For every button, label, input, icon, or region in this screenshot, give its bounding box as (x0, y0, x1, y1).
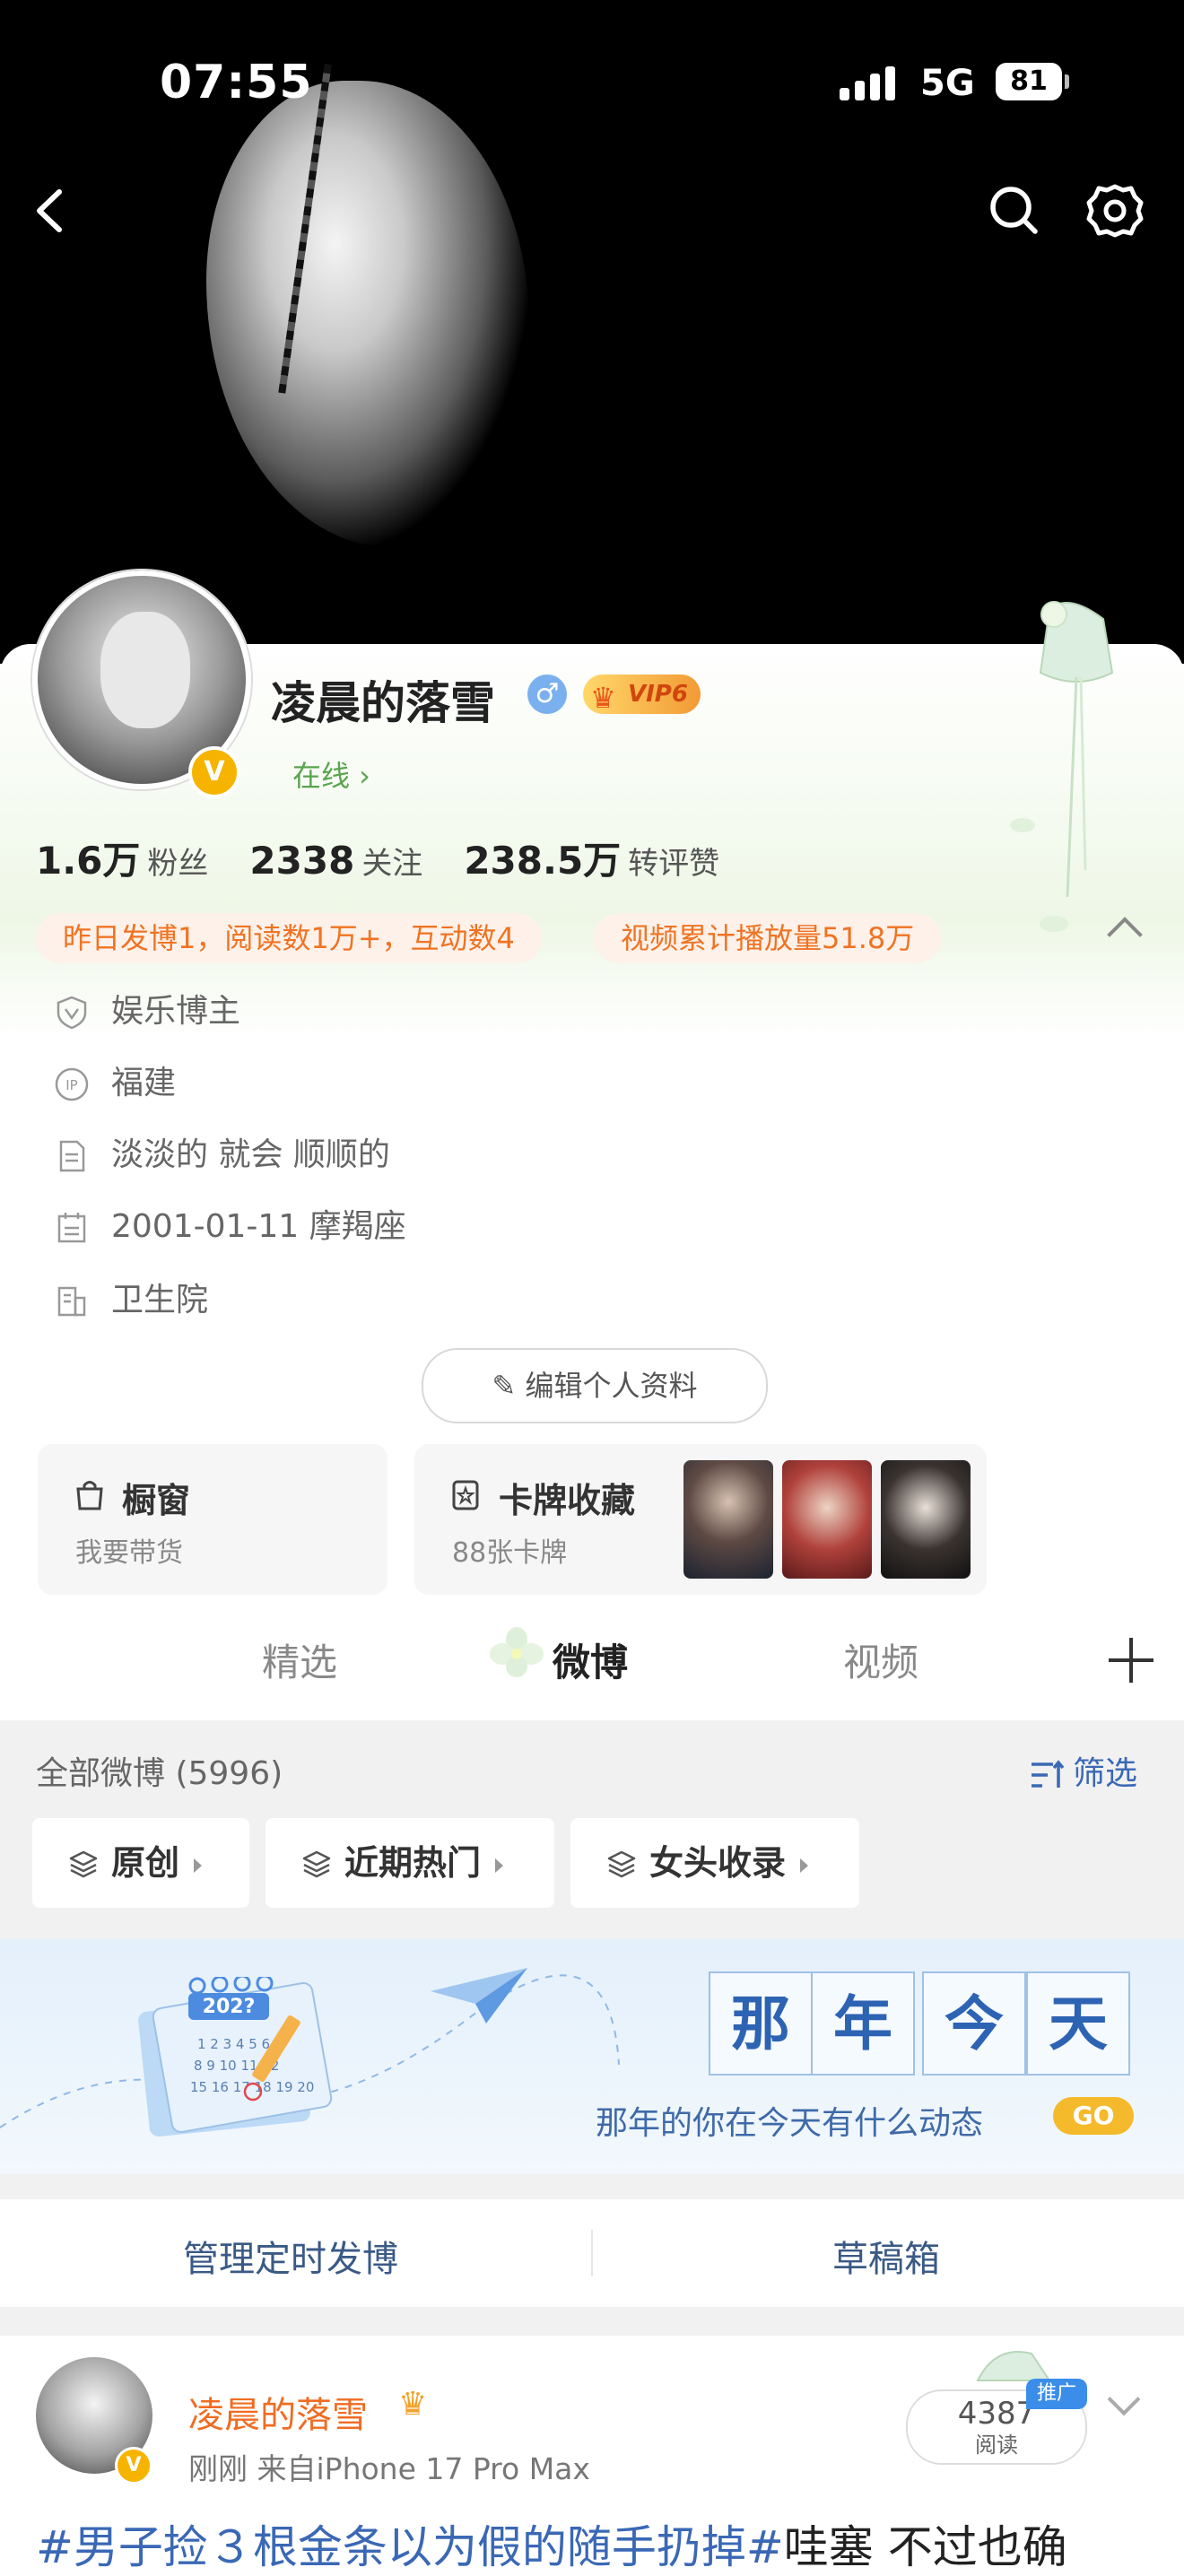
battery-indicator: 81 (996, 63, 1069, 100)
vip-label: VIP6 (628, 681, 688, 708)
settings-gear-icon[interactable] (1084, 179, 1146, 242)
shopping-bag-icon (76, 1481, 103, 1510)
verified-badge-icon: V (188, 746, 240, 798)
layers-icon (607, 1850, 636, 1877)
svg-text:15 16 17 18 19 20: 15 16 17 18 19 20 (190, 2079, 314, 2095)
online-status-link[interactable]: 在线 › (292, 753, 370, 795)
crown-icon: ♛ (590, 681, 616, 715)
info-row-category: 娱乐博主 (54, 985, 240, 1039)
calendar-year-label: 202? (203, 1996, 256, 2018)
collected-card-2[interactable] (782, 1460, 872, 1579)
filter-button[interactable]: 筛选 (1028, 1747, 1137, 1794)
chip-original[interactable]: 原创 (32, 1818, 249, 1908)
chip-arrow-icon (800, 1858, 809, 1873)
collected-card-3[interactable] (881, 1460, 971, 1579)
all-posts-count: 全部微博 (5996) (36, 1755, 283, 1792)
shield-v-icon (57, 996, 87, 1030)
status-time: 07:55 (160, 56, 313, 109)
chip-female-avatar-collection[interactable]: 女头收录 (570, 1818, 859, 1908)
manage-row: 管理定时发博 草稿箱 (0, 2199, 1184, 2307)
following-stat[interactable]: 2338 关注 (249, 839, 464, 883)
filter-sort-icon (1032, 1760, 1065, 1788)
banner-char-3: 今 (922, 1971, 1026, 2076)
chip-arrow-icon (194, 1858, 203, 1873)
post-crown-icon: ♛ (398, 2386, 428, 2423)
banner-subtitle: 那年的你在今天有什么动态 (596, 2105, 984, 2142)
tab-video[interactable]: 视频 (843, 1632, 918, 1687)
cards-box-title: 卡牌收藏 (499, 1481, 636, 1520)
collected-card-1[interactable] (683, 1460, 773, 1579)
flower-tab-decoration-icon (490, 1627, 544, 1677)
chip-recent-hot[interactable]: 近期热门 (266, 1818, 554, 1908)
document-icon (59, 1140, 85, 1172)
info-row-ip-location: IP 福建 (54, 1057, 176, 1110)
scheduled-posts-button[interactable]: 管理定时发博 (183, 2230, 398, 2282)
building-icon (57, 1286, 86, 1317)
profile-name: 凌晨的落雪 (271, 677, 495, 729)
post-verified-badge-icon: V (115, 2447, 152, 2485)
banner-char-1: 那 (709, 1971, 813, 2076)
info-row-company: 卫生院 (54, 1274, 208, 1327)
decorative-lantern-icon (1010, 601, 1114, 932)
shop-box-title: 橱窗 (122, 1481, 191, 1520)
post-meta: 刚刚 来自iPhone 17 Pro Max (188, 2451, 590, 2486)
info-row-birthday: 2001-01-11 摩羯座 (54, 1200, 406, 1254)
network-type: 5G (920, 63, 975, 104)
tab-weibo[interactable]: 微博 (553, 1632, 628, 1687)
card-icon (452, 1480, 479, 1510)
drafts-button[interactable]: 草稿箱 (832, 2230, 940, 2282)
svg-text:IP: IP (65, 1077, 77, 1093)
shop-box-subtitle: 我要带货 (75, 1537, 183, 1569)
info-row-bio: 淡淡的 就会 顺顺的 (54, 1128, 390, 1182)
svg-text:1 2 3 4 5 6: 1 2 3 4 5 6 (197, 2036, 270, 2052)
pencil-icon: ✎ (492, 1369, 526, 1403)
cover-figure (206, 81, 529, 547)
chip-arrow-icon (495, 1858, 504, 1873)
banner-go-button[interactable]: GO (1053, 2097, 1134, 2135)
post-author-name[interactable]: 凌晨的落雪 (188, 2386, 368, 2438)
post-hashtag[interactable]: #男子捡３根金条以为假的随手扔掉# (36, 2521, 784, 2573)
layers-icon (302, 1850, 331, 1877)
signal-icon (840, 66, 901, 100)
gender-male-icon: ♂ (527, 674, 567, 714)
paper-plane-icon (431, 1968, 527, 2023)
vip-badge[interactable]: ♛ VIP6 (583, 674, 701, 715)
calendar-illustration-icon: 202? 1 2 3 4 5 6 8 9 10 11 12 15 16 17 1… (138, 1977, 333, 2137)
search-icon[interactable] (983, 179, 1046, 242)
banner-char-4: 天 (1026, 1971, 1130, 2076)
tab-featured[interactable]: 精选 (262, 1632, 337, 1687)
layers-icon (69, 1850, 98, 1877)
promote-badge[interactable]: 推广 (1026, 2379, 1088, 2409)
post-text: #男子捡３根金条以为假的随手扔掉#哇塞 不过也确 (36, 2521, 1067, 2573)
yesterday-stats-pill[interactable]: 昨日发博1，阅读数1万+，互动数4 (36, 913, 542, 963)
profile-stats: 1.6万 粉丝 2338 关注 238.5万 转评赞 (36, 831, 761, 885)
video-plays-pill[interactable]: 视频累计播放量51.8万 (594, 913, 942, 963)
calendar-icon (57, 1213, 86, 1243)
likes-stat[interactable]: 238.5万 转评赞 (464, 839, 761, 883)
shop-window-box[interactable]: 橱窗 我要带货 (38, 1444, 387, 1595)
banner-char-2: 年 (811, 1971, 915, 2076)
cards-box-subtitle: 88张卡牌 (452, 1537, 568, 1569)
edit-profile-button[interactable]: ✎ 编辑个人资料 (422, 1348, 768, 1423)
back-icon[interactable] (20, 179, 83, 242)
ip-location-icon: IP (55, 1067, 89, 1101)
manage-divider (591, 2230, 593, 2276)
followers-stat[interactable]: 1.6万 粉丝 (36, 839, 249, 883)
add-tab-plus-icon[interactable] (1109, 1638, 1154, 1683)
